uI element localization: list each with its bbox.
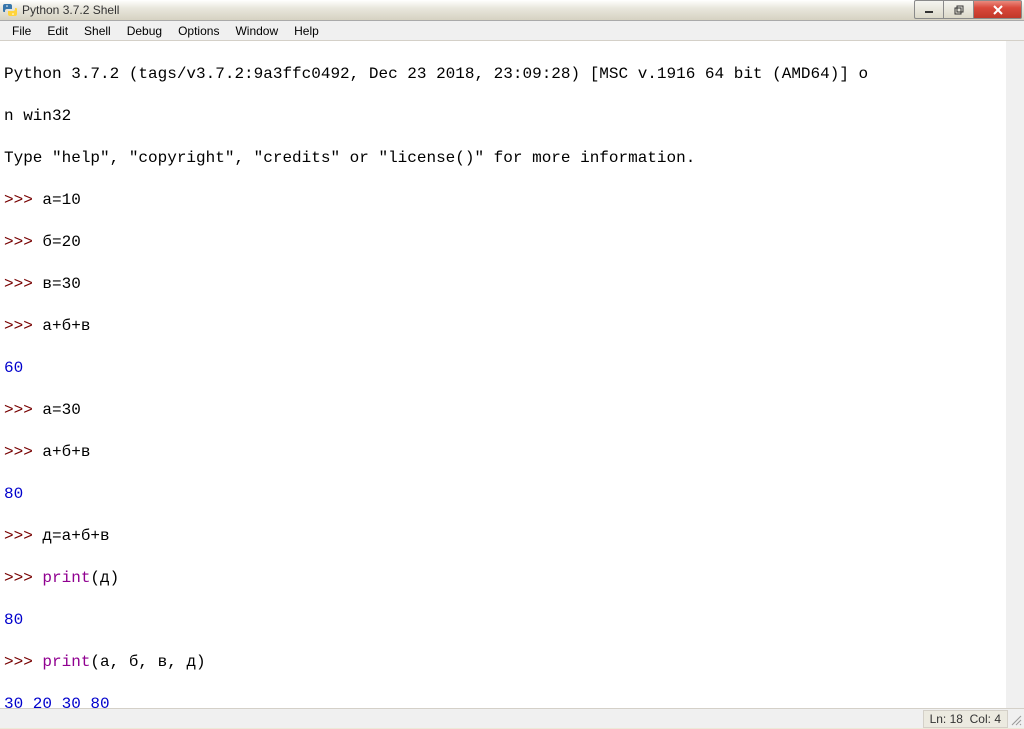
input-line: >>> print(а, б, в, д) — [4, 652, 1002, 673]
output-line: 80 — [4, 610, 1002, 631]
output-line: 30 20 30 80 — [4, 694, 1002, 708]
shell-editor[interactable]: Python 3.7.2 (tags/v3.7.2:9a3ffc0492, De… — [0, 41, 1024, 708]
input-line: >>> print(д) — [4, 568, 1002, 589]
menu-bar: File Edit Shell Debug Options Window Hel… — [0, 21, 1024, 41]
prompt: >>> — [4, 191, 42, 209]
prompt: >>> — [4, 569, 42, 587]
banner-line: Python 3.7.2 (tags/v3.7.2:9a3ffc0492, De… — [4, 64, 1002, 85]
window-title: Python 3.7.2 Shell — [22, 3, 914, 17]
status-position: Ln: 18 Col: 4 — [923, 710, 1008, 728]
menu-file[interactable]: File — [4, 22, 39, 40]
maximize-button[interactable] — [944, 0, 974, 19]
resize-grip-icon[interactable] — [1010, 714, 1022, 726]
input-line: >>> б=20 — [4, 232, 1002, 253]
prompt: >>> — [4, 317, 42, 335]
input-line: >>> в=30 — [4, 274, 1002, 295]
window-controls — [914, 0, 1022, 19]
close-button[interactable] — [974, 0, 1022, 19]
input-line: >>> а+б+в — [4, 442, 1002, 463]
minimize-button[interactable] — [914, 0, 944, 19]
prompt: >>> — [4, 401, 42, 419]
input-line: >>> а=30 — [4, 400, 1002, 421]
menu-window[interactable]: Window — [227, 22, 286, 40]
menu-options[interactable]: Options — [170, 22, 227, 40]
title-bar: Python 3.7.2 Shell — [0, 0, 1024, 21]
prompt: >>> — [4, 233, 42, 251]
prompt: >>> — [4, 653, 42, 671]
menu-edit[interactable]: Edit — [39, 22, 76, 40]
input-line: >>> д=а+б+в — [4, 526, 1002, 547]
banner-line: n win32 — [4, 106, 1002, 127]
menu-shell[interactable]: Shell — [76, 22, 119, 40]
prompt: >>> — [4, 443, 42, 461]
input-line: >>> а+б+в — [4, 316, 1002, 337]
app-icon — [2, 2, 18, 18]
output-line: 60 — [4, 358, 1002, 379]
prompt: >>> — [4, 275, 42, 293]
menu-debug[interactable]: Debug — [119, 22, 170, 40]
output-line: 80 — [4, 484, 1002, 505]
input-line: >>> а=10 — [4, 190, 1002, 211]
banner-line: Type "help", "copyright", "credits" or "… — [4, 148, 1002, 169]
status-bar: Ln: 18 Col: 4 — [0, 708, 1024, 728]
menu-help[interactable]: Help — [286, 22, 327, 40]
prompt: >>> — [4, 527, 42, 545]
